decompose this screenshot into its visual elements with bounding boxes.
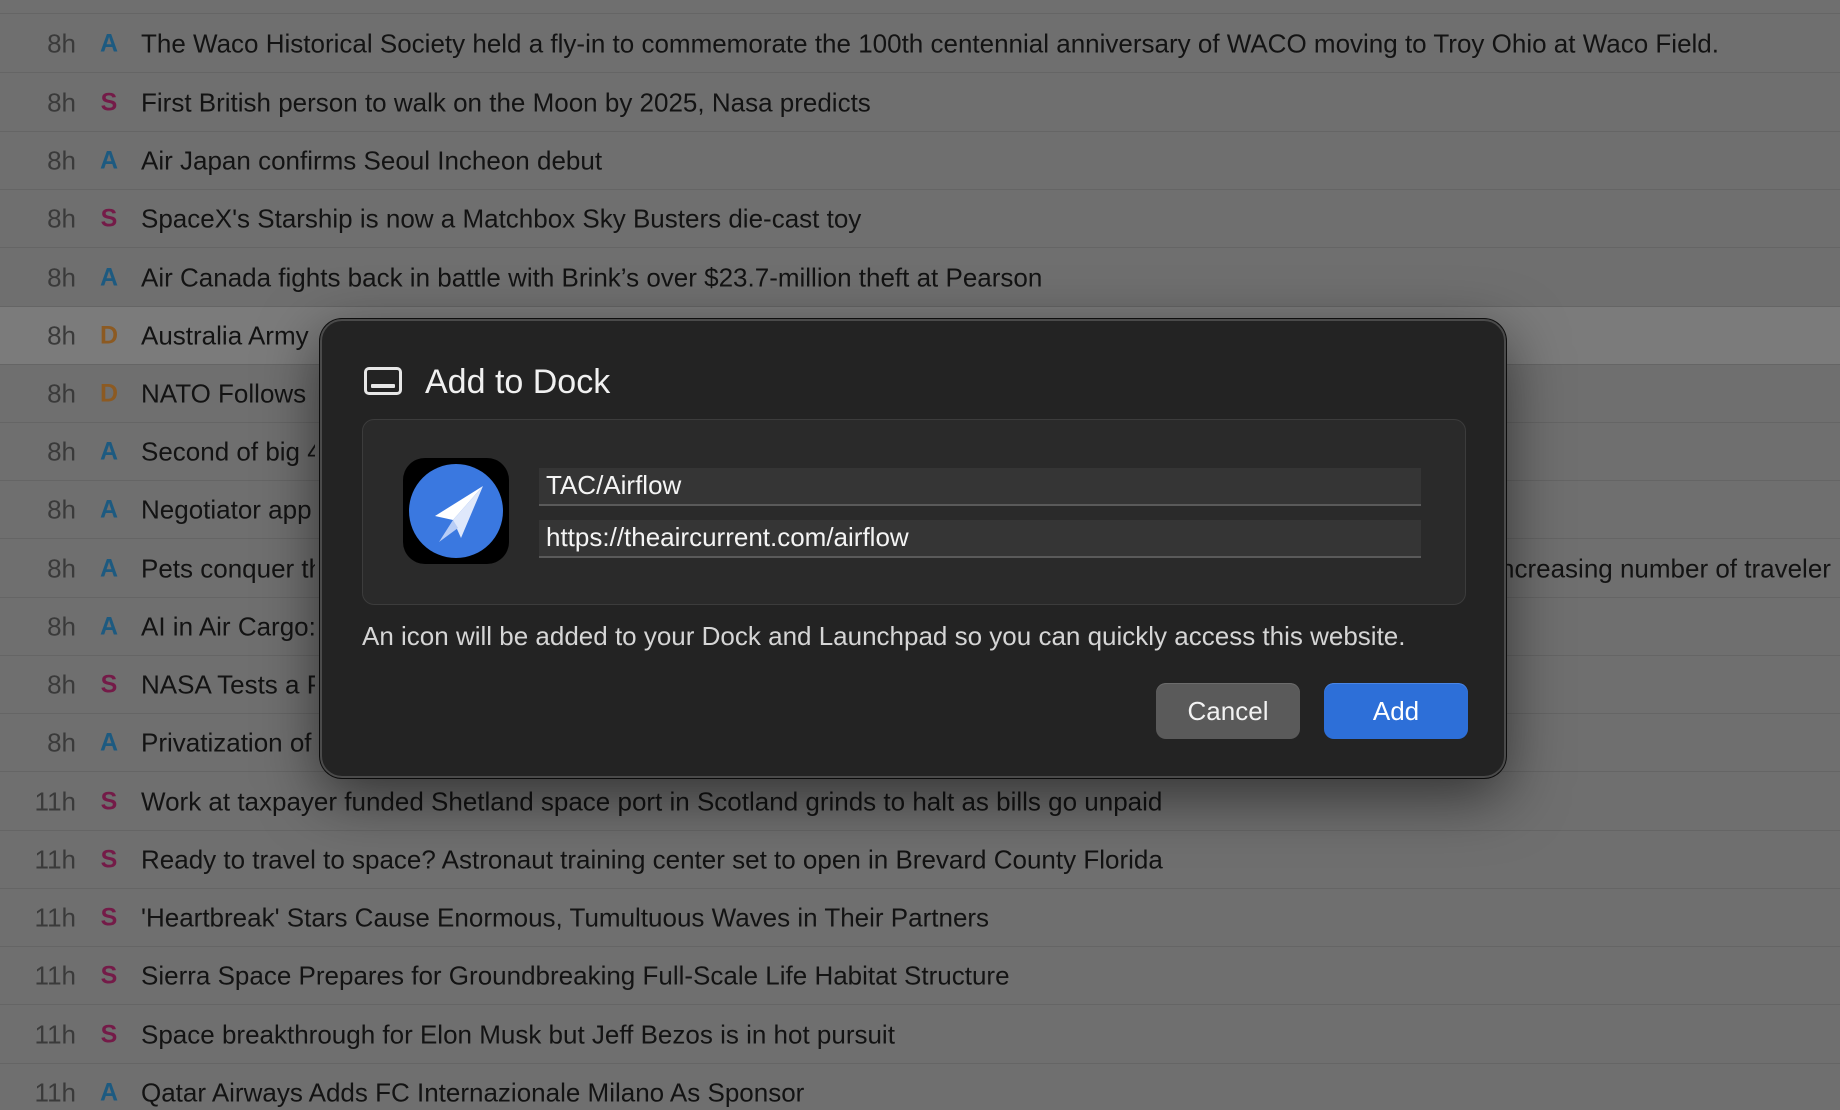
item-title[interactable]: Work at taxpayer funded Shetland space p… [141,786,1840,817]
list-item[interactable]: 8h A The Waco Historical Society held a … [0,15,1840,73]
item-title[interactable]: 'Heartbreak' Stars Cause Enormous, Tumul… [141,902,1840,933]
item-title[interactable]: Qatar Airways Adds FC Internazionale Mil… [141,1077,1840,1108]
item-age: 11h [34,960,76,990]
item-source-badge: S [100,670,118,698]
item-source-badge: A [99,263,119,291]
item-source-badge: D [99,379,119,407]
item-age: 8h [47,553,76,583]
list-item[interactable]: 11h S Space breakthrough for Elon Musk b… [0,1006,1840,1064]
item-source-badge: A [99,146,119,174]
item-source-badge: S [100,961,118,989]
item-source-badge: A [99,612,119,640]
cancel-button[interactable]: Cancel [1156,683,1300,739]
item-source-badge: A [99,495,119,523]
item-title[interactable]: First British person to walk on the Moon… [141,87,1840,118]
item-title[interactable]: The Waco Historical Society held a fly-i… [141,28,1840,59]
item-source-badge: A [99,437,119,465]
list-item[interactable]: 8h A Air Japan confirms Seoul Incheon de… [0,132,1840,190]
list-item[interactable]: 8h A Air Canada fights back in battle wi… [0,249,1840,307]
list-item[interactable]: 11h S Sierra Space Prepares for Groundbr… [0,947,1840,1005]
item-age: 11h [34,1077,76,1107]
item-age: 8h [47,436,76,466]
item-title[interactable]: NATO Follows L [141,378,315,409]
item-title[interactable]: Negotiator app [141,494,315,525]
item-source-badge: A [99,29,119,57]
item-title[interactable]: Ready to travel to space? Astronaut trai… [141,844,1840,875]
item-title[interactable]: NASA Tests a P [141,669,315,700]
item-age: 8h [47,203,76,233]
item-title[interactable]: Air Japan confirms Seoul Incheon debut [141,145,1840,176]
item-title[interactable]: SpaceX's Starship is now a Matchbox Sky … [141,203,1840,234]
item-title[interactable]: Australia Army [141,320,315,351]
item-source-badge: S [100,787,118,815]
item-age: 8h [47,87,76,117]
item-title-tail[interactable]: ncreasing number of traveler [1500,553,1840,584]
item-age: 11h [34,902,76,932]
item-age: 11h [34,1019,76,1049]
paper-plane-icon [403,458,509,564]
item-age: 8h [47,262,76,292]
item-title[interactable]: Air Canada fights back in battle with Br… [141,262,1840,293]
item-age: 8h [47,28,76,58]
list-item-partial [0,0,1840,14]
item-age: 8h [47,320,76,350]
item-title[interactable]: Space breakthrough for Elon Musk but Jef… [141,1019,1840,1050]
item-title[interactable]: Sierra Space Prepares for Groundbreaking… [141,960,1840,991]
dialog-title: Add to Dock [425,363,611,401]
item-source-badge: A [99,554,119,582]
app-url-field[interactable]: https://theaircurrent.com/airflow [539,520,1421,558]
item-title[interactable]: Privatization of [141,727,315,758]
app-name-field[interactable]: TAC/Airflow [539,468,1421,506]
add-button[interactable]: Add [1324,683,1468,739]
list-item[interactable]: 8h S First British person to walk on the… [0,74,1840,132]
item-title[interactable]: Second of big 4 [141,436,315,467]
item-age: 8h [47,727,76,757]
item-source-badge: S [100,1020,118,1048]
item-source-badge: S [100,903,118,931]
app-details-card: TAC/Airflow https://theaircurrent.com/ai… [362,419,1466,605]
item-age: 11h [34,786,76,816]
item-source-badge: D [99,321,119,349]
dock-icon [364,367,402,395]
add-to-dock-dialog: Add to Dock TAC/Airflow https://theaircu… [320,319,1506,778]
dialog-description: An icon will be added to your Dock and L… [362,621,1406,651]
item-age: 8h [47,378,76,408]
list-item[interactable]: 11h S 'Heartbreak' Stars Cause Enormous,… [0,889,1840,947]
item-age: 11h [34,844,76,874]
list-item[interactable]: 11h A Qatar Airways Adds FC Internaziona… [0,1064,1840,1110]
item-title[interactable]: Pets conquer th [141,553,315,584]
item-age: 8h [47,145,76,175]
item-age: 8h [47,494,76,524]
item-title[interactable]: AI in Air Cargo: [141,611,315,642]
item-age: 8h [47,611,76,641]
list-item[interactable]: 11h S Work at taxpayer funded Shetland s… [0,773,1840,831]
item-source-badge: S [100,845,118,873]
item-source-badge: A [99,1078,119,1106]
list-item[interactable]: 8h S SpaceX's Starship is now a Matchbox… [0,190,1840,248]
list-item[interactable]: 11h S Ready to travel to space? Astronau… [0,831,1840,889]
item-source-badge: S [100,88,118,116]
item-age: 8h [47,669,76,699]
item-source-badge: S [100,204,118,232]
item-source-badge: A [99,728,119,756]
